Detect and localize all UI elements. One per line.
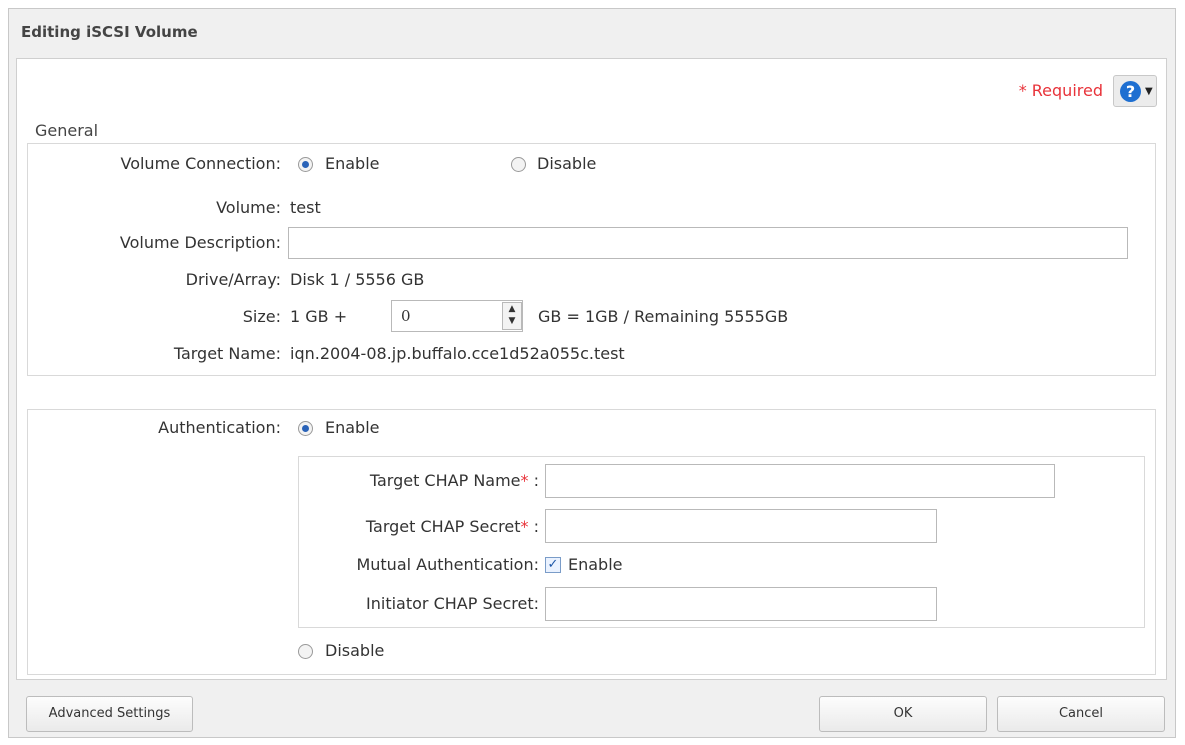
- target-name-value: iqn.2004-08.jp.buffalo.cce1d52a055c.test: [290, 344, 625, 363]
- target-chap-name-label: Target CHAP Name* :: [370, 471, 539, 490]
- volume-connection-enable-radio[interactable]: [298, 157, 313, 172]
- drive-array-label: Drive/Array:: [185, 270, 281, 289]
- target-chap-secret-input[interactable]: [545, 509, 937, 543]
- target-chap-name-required-star: *: [520, 471, 529, 490]
- volume-description-label: Volume Description:: [119, 233, 281, 252]
- target-chap-name-input[interactable]: [545, 464, 1055, 498]
- cancel-button[interactable]: Cancel: [997, 696, 1165, 732]
- volume-connection-label: Volume Connection:: [120, 154, 281, 173]
- required-indicator: * Required: [1019, 81, 1103, 100]
- volume-connection-disable-label[interactable]: Disable: [537, 154, 596, 173]
- target-name-label: Target Name:: [173, 344, 281, 363]
- authentication-disable-radio[interactable]: [298, 644, 313, 659]
- question-circle-icon: ?: [1120, 81, 1141, 102]
- chap-settings-panel: Target CHAP Name* : Target CHAP Secret* …: [298, 456, 1145, 628]
- size-summary: GB = 1GB / Remaining 5555GB: [538, 307, 789, 326]
- help-menu-button[interactable]: ? ▼: [1113, 75, 1157, 107]
- target-chap-secret-text: Target CHAP Secret: [365, 517, 521, 536]
- section-title-general: General: [35, 121, 99, 140]
- volume-connection-disable-radio[interactable]: [511, 157, 526, 172]
- volume-label: Volume:: [216, 198, 281, 217]
- authentication-label: Authentication:: [158, 418, 281, 437]
- dialog-content: * Required ? ▼ General Volume Connection…: [16, 58, 1167, 680]
- mutual-authentication-label: Mutual Authentication:: [356, 555, 539, 574]
- ok-button[interactable]: OK: [819, 696, 987, 732]
- edit-iscsi-volume-dialog: Editing iSCSI Volume * Required ? ▼ Gene…: [8, 8, 1176, 738]
- size-stepper-buttons[interactable]: ▲ ▼: [502, 302, 522, 330]
- advanced-settings-button[interactable]: Advanced Settings: [26, 696, 193, 732]
- initiator-chap-secret-label: Initiator CHAP Secret:: [366, 594, 539, 613]
- size-base: 1 GB +: [290, 307, 348, 326]
- authentication-panel: Authentication: Enable Target CHAP Name*…: [27, 409, 1156, 675]
- mutual-authentication-checkbox[interactable]: ✓: [545, 557, 561, 573]
- drive-array-value: Disk 1 / 5556 GB: [290, 270, 425, 289]
- volume-connection-enable-label[interactable]: Enable: [325, 154, 380, 173]
- size-label: Size:: [242, 307, 281, 326]
- dialog-title: Editing iSCSI Volume: [21, 23, 198, 41]
- authentication-enable-radio[interactable]: [298, 421, 313, 436]
- volume-value: test: [290, 198, 321, 217]
- caret-down-icon: ▼: [1145, 86, 1153, 97]
- authentication-disable-label[interactable]: Disable: [325, 641, 384, 660]
- required-label: Required: [1031, 81, 1103, 100]
- general-panel: Volume Connection: Enable Disable Volume…: [27, 143, 1156, 376]
- target-chap-secret-required-star: *: [520, 517, 529, 536]
- mutual-authentication-enable-label[interactable]: Enable: [568, 555, 623, 574]
- target-chap-name-colon: :: [533, 471, 539, 490]
- authentication-enable-label[interactable]: Enable: [325, 418, 380, 437]
- volume-description-input[interactable]: [288, 227, 1128, 259]
- target-chap-secret-label: Target CHAP Secret* :: [366, 517, 539, 536]
- initiator-chap-secret-input[interactable]: [545, 587, 937, 621]
- required-star: *: [1018, 81, 1027, 100]
- target-chap-name-text: Target CHAP Name: [369, 471, 521, 490]
- target-chap-secret-colon: :: [533, 517, 539, 536]
